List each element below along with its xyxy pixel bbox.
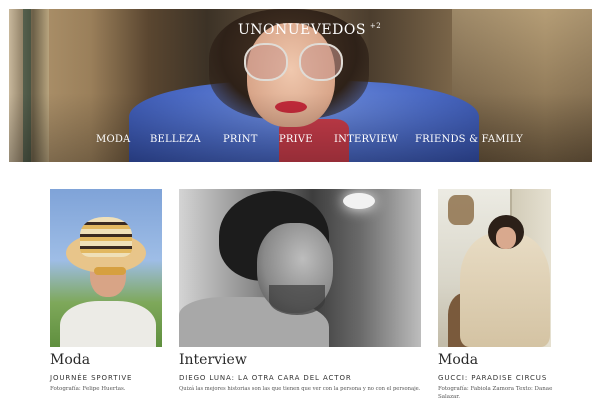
nav-item-prive[interactable]: PRIVE <box>279 134 313 145</box>
card-image-interview-diego-luna[interactable] <box>179 189 421 347</box>
model-sunglasses <box>94 267 126 275</box>
model-tshirt <box>60 301 156 347</box>
card-category[interactable]: Moda <box>50 352 90 368</box>
model-face <box>496 227 516 249</box>
card-title[interactable]: GUCCI: PARADISE CIRCUS <box>438 374 547 382</box>
card-description: Fotografía: Felipe Huertas. <box>50 386 126 392</box>
wall-sconce <box>448 195 474 225</box>
nav-item-print[interactable]: PRINT <box>223 134 258 145</box>
site-logo-text: UNONUEVEDOS <box>238 22 366 38</box>
card-image-moda-gucci[interactable] <box>438 189 551 347</box>
site-logo[interactable]: UNONUEVEDOS +2 <box>238 22 381 38</box>
background-lamp <box>343 193 375 209</box>
card-title[interactable]: DIEGO LUNA: LA OTRA CARA DEL ACTOR <box>179 374 352 382</box>
card-image-moda-sportive[interactable] <box>50 189 162 347</box>
card-description: Quizá las mejores historias son las que … <box>179 386 421 392</box>
card-description: Fotografía: Fabiola Zamora Texto: Danae … <box>438 386 553 400</box>
card-title[interactable]: JOURNÉE SPORTIVE <box>50 374 132 382</box>
model-suit <box>460 233 550 347</box>
nav-item-belleza[interactable]: BELLEZA <box>150 134 201 145</box>
card-category[interactable]: Moda <box>438 352 478 368</box>
nav-item-friends-family[interactable]: FRIENDS & FAMILY <box>415 134 523 145</box>
card-category[interactable]: Interview <box>179 352 247 368</box>
main-nav: MODA BELLEZA PRINT PRIVE INTERVIEW FRIEN… <box>0 134 600 148</box>
subject-beard <box>269 285 325 315</box>
nav-item-interview[interactable]: INTERVIEW <box>334 134 398 145</box>
site-logo-suffix: +2 <box>369 22 382 31</box>
stacked-hats <box>80 217 132 257</box>
nav-item-moda[interactable]: MODA <box>96 134 130 145</box>
